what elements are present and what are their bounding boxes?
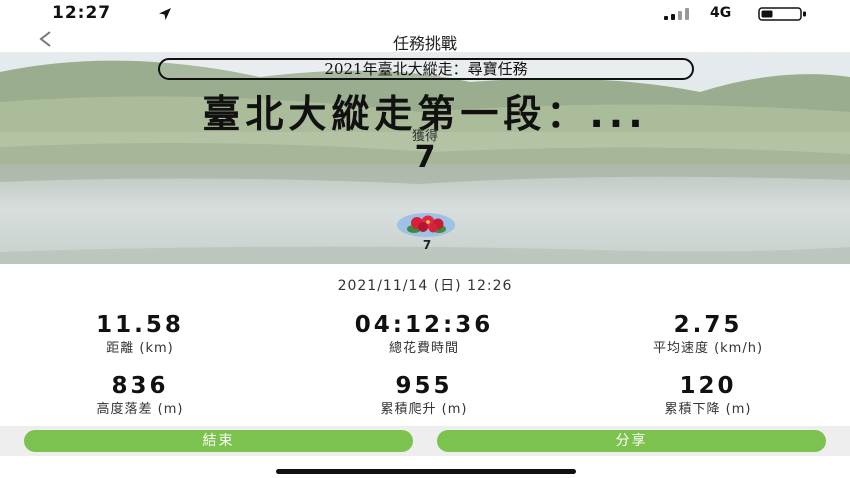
stat-label: 累積爬升 (m) — [380, 402, 468, 417]
activity-datetime: 2021/11/14 (日) 12:26 — [337, 278, 513, 294]
stat-value: 04:12:36 — [354, 312, 494, 338]
stat-label: 平均速度 (km/h) — [652, 341, 764, 356]
share-button[interactable]: 分享 — [437, 430, 826, 452]
nav-bar: 任務挑戰 — [0, 28, 850, 54]
network-type: 4G — [710, 5, 732, 21]
end-button[interactable]: 結束 — [24, 430, 413, 452]
badge-count: 7 — [422, 238, 432, 252]
event-name-pill: 2021年臺北大縱走：尋寶任務 — [158, 58, 694, 80]
stat-elevation-diff: 836 高度落差 (m) — [0, 372, 280, 419]
stat-value: 120 — [679, 373, 737, 399]
hero-banner: 2021年臺北大縱走：尋寶任務 臺北大縱走第一段：... 獲得 7 7 — [0, 52, 850, 264]
stat-distance: 11.58 距離 (km) — [0, 311, 280, 358]
stat-total-time: 04:12:36 總花費時間 — [284, 311, 564, 358]
signal-bars-icon — [664, 8, 689, 20]
action-bar: 結束 分享 — [0, 426, 850, 456]
location-arrow-icon — [159, 8, 171, 20]
stat-value: 11.58 — [96, 312, 184, 338]
status-time: 12:27 — [52, 3, 112, 23]
stat-label: 總花費時間 — [388, 341, 459, 356]
battery-icon — [758, 7, 806, 21]
stat-value: 955 — [395, 373, 453, 399]
stat-avg-speed: 2.75 平均速度 (km/h) — [568, 311, 848, 358]
stat-label: 累積下降 (m) — [664, 402, 752, 417]
page-title: 任務挑戰 — [392, 34, 457, 53]
stat-value: 2.75 — [673, 312, 743, 338]
flower-badge-icon — [397, 213, 455, 237]
stat-value: 836 — [111, 373, 169, 399]
earned-value: 7 — [414, 140, 436, 175]
stat-total-descent: 120 累積下降 (m) — [568, 372, 848, 419]
home-indicator[interactable] — [276, 469, 576, 474]
stat-label: 距離 (km) — [106, 341, 174, 356]
stat-total-ascent: 955 累積爬升 (m) — [284, 372, 564, 419]
status-bar: 12:27 4G — [0, 0, 850, 28]
stat-label: 高度落差 (m) — [96, 402, 184, 417]
